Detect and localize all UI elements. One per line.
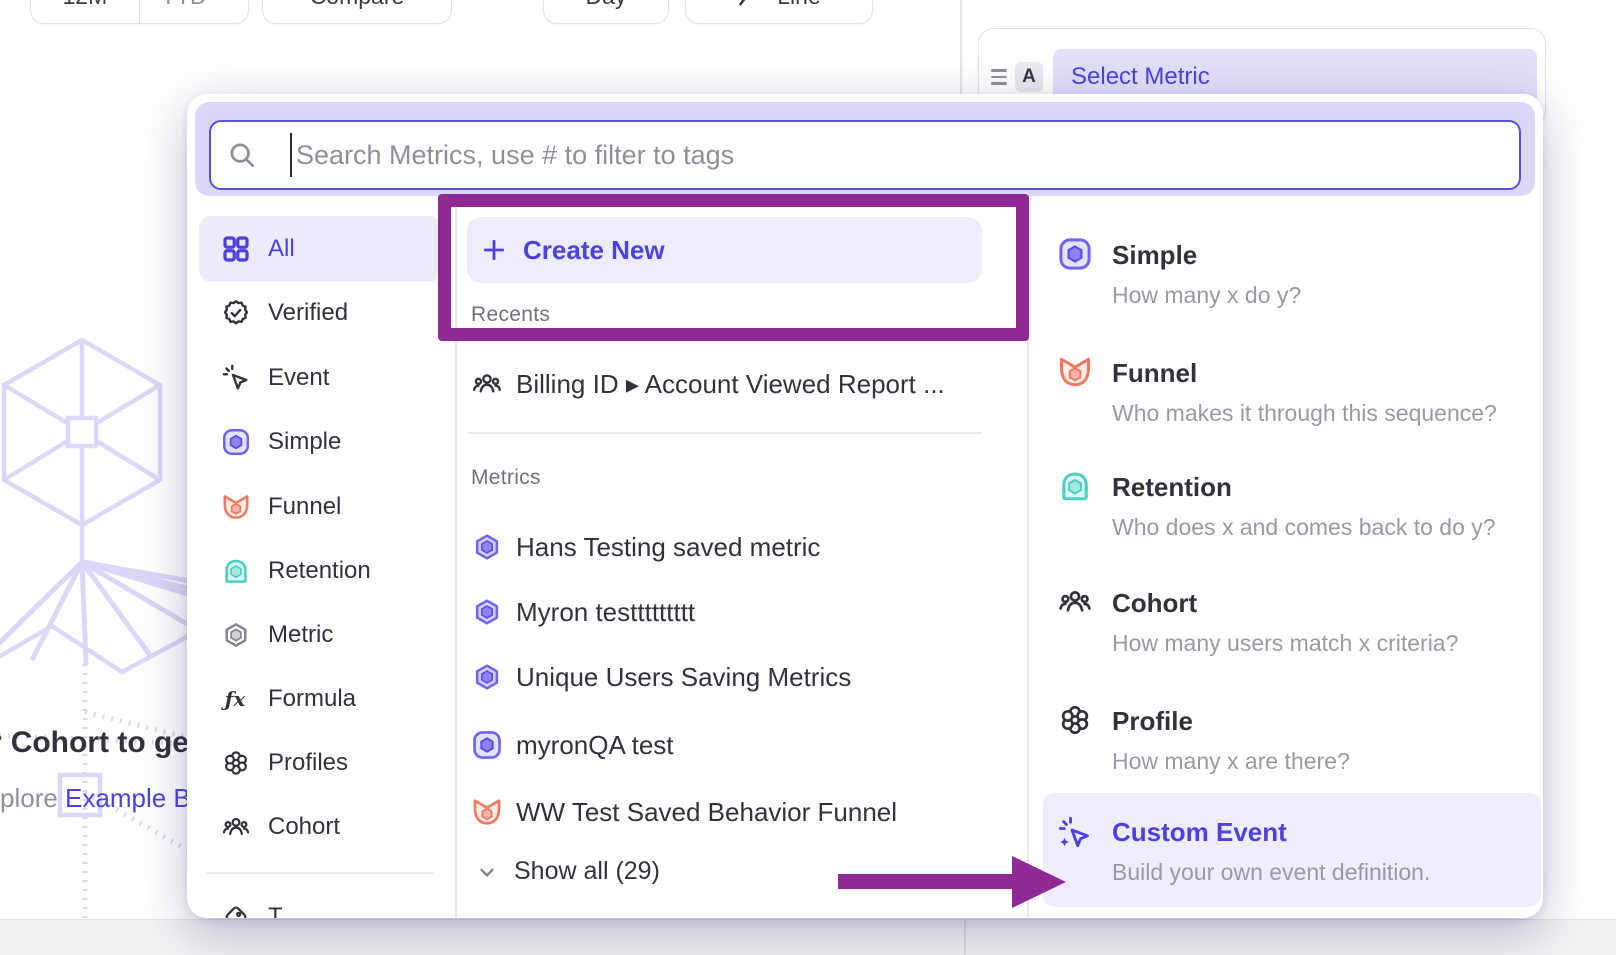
funnel-icon (1057, 354, 1093, 390)
explore-prefix: plore (0, 783, 65, 813)
compare-button[interactable]: Compare (262, 0, 452, 24)
cohort-people-icon (1057, 584, 1093, 620)
metric-type-funnel[interactable]: Funnel Who makes it through this sequenc… (1043, 342, 1541, 446)
sidebar-item-all[interactable]: All (199, 216, 441, 282)
sidebar-item-event[interactable]: Event (199, 349, 441, 407)
example-link[interactable]: Example B (65, 783, 187, 813)
saved-metric-item[interactable]: Unique Users Saving Metrics (471, 649, 983, 705)
plus-icon (480, 236, 508, 264)
range-12m-button[interactable]: 12M (31, 0, 139, 23)
funnel-icon (221, 492, 251, 522)
background-explore-line: plore Example B (0, 783, 187, 814)
verified-badge-icon (221, 298, 251, 328)
pane-divider (960, 0, 962, 94)
show-all-toggle[interactable]: Show all (29) (474, 857, 660, 886)
funnel-icon (471, 796, 503, 828)
cohort-people-icon (471, 368, 503, 400)
search-input-wrap[interactable] (209, 120, 1521, 190)
sidebar-item-retention[interactable]: Retention (199, 542, 441, 600)
granularity-day-button[interactable]: Day (543, 0, 669, 24)
simple-square-icon (221, 427, 251, 457)
sidebar-item-verified[interactable]: Verified (199, 284, 441, 342)
metrics-header: Metrics (471, 466, 541, 490)
headline-text: Cohort to ge (11, 726, 189, 759)
sidebar-item-simple[interactable]: Simple (199, 413, 441, 471)
search-band (195, 102, 1535, 196)
background-headline: r Cohort to ge (0, 726, 189, 760)
tag-icon (221, 902, 251, 918)
column-divider (1027, 204, 1029, 918)
page-bottom-strip (0, 919, 1616, 955)
sidebar-item-funnel[interactable]: Funnel (199, 478, 441, 536)
svg-text:ƒx: ƒx (221, 687, 246, 711)
metric-type-simple[interactable]: Simple How many x do y? (1043, 224, 1541, 328)
metric-hexagon-icon (471, 661, 503, 693)
chart-type-line-button[interactable]: Line (685, 0, 873, 24)
formula-fx-icon: ƒx (221, 684, 251, 714)
drag-handle-icon[interactable] (991, 69, 1007, 85)
metric-hexagon-icon (471, 596, 503, 628)
metric-hexagon-icon (471, 531, 503, 563)
saved-metric-item[interactable]: WW Test Saved Behavior Funnel (471, 784, 983, 840)
sidebar-item-clipped[interactable]: T (199, 888, 441, 918)
recents-header: Recents (471, 303, 550, 327)
metric-type-profile[interactable]: Profile How many x are there? (1043, 690, 1541, 794)
saved-metric-item[interactable]: myronQA test (471, 717, 983, 773)
create-new-button[interactable]: Create New (467, 217, 982, 283)
simple-square-icon (471, 729, 503, 761)
profiles-cluster-icon (1057, 702, 1093, 738)
search-input[interactable] (294, 139, 1519, 172)
line-chart-icon (737, 0, 765, 10)
sidebar-item-formula[interactable]: ƒx Formula (199, 670, 441, 728)
date-range-group: 12M YTD (30, 0, 249, 24)
retention-arch-icon (221, 556, 251, 586)
text-cursor (290, 133, 292, 177)
simple-square-icon (1057, 236, 1093, 272)
pane-divider (964, 920, 966, 955)
custom-event-sparkle-icon (1057, 815, 1093, 851)
metric-picker-dropdown: All Verified Event Simple (187, 94, 1543, 918)
range-ytd-button[interactable]: YTD (140, 0, 248, 23)
headline-fragment: r (0, 726, 2, 759)
metric-type-custom-event[interactable]: Custom Event Build your own event defini… (1043, 793, 1541, 907)
grid-icon (221, 234, 251, 264)
column-divider (455, 204, 457, 918)
sidebar-divider (207, 872, 433, 874)
section-divider (468, 432, 982, 434)
metric-type-cohort[interactable]: Cohort How many users match x criteria? (1043, 572, 1541, 676)
sidebar-item-cohort[interactable]: Cohort (199, 798, 441, 856)
saved-metric-item[interactable]: Myron testtttttttt (471, 584, 983, 640)
saved-metric-item[interactable]: Hans Testing saved metric (471, 519, 983, 575)
profiles-cluster-icon (221, 748, 251, 778)
cohort-people-icon (221, 812, 251, 842)
recent-item[interactable]: Billing ID ▸ Account Viewed Report ... (471, 356, 983, 412)
metric-type-retention[interactable]: Retention Who does x and comes back to d… (1043, 456, 1541, 560)
sidebar-item-profiles[interactable]: Profiles (199, 734, 441, 792)
sidebar-item-metric[interactable]: Metric (199, 606, 441, 664)
metric-hexagon-icon (221, 620, 251, 650)
event-cursor-icon (221, 363, 251, 393)
search-icon (227, 140, 257, 170)
retention-arch-icon (1057, 468, 1093, 504)
chevron-down-icon (474, 859, 500, 885)
series-badge: A (1015, 62, 1043, 92)
